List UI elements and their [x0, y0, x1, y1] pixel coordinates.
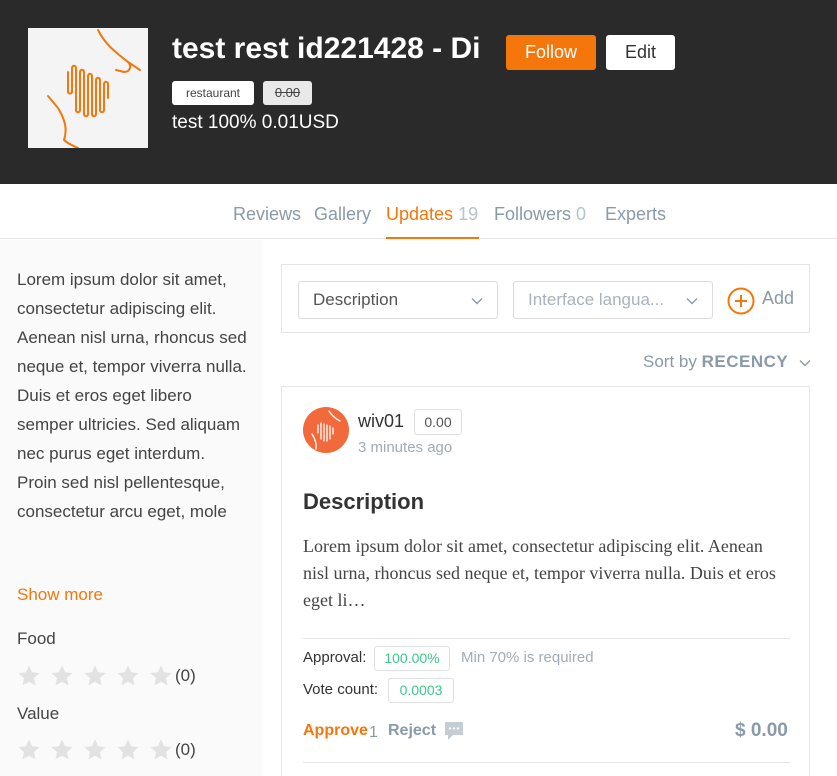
- sidebar: Lorem ipsum dolor sit amet, consectetur …: [0, 240, 262, 776]
- tab-experts[interactable]: Experts: [605, 204, 666, 225]
- approval-value: 100.00%: [374, 646, 450, 671]
- sort-dropdown[interactable]: Sort by RECENCY: [643, 352, 811, 372]
- tab-followers-count: 0: [576, 204, 587, 224]
- field-select-value: Description: [313, 290, 399, 309]
- author-rating-badge: 0.00: [414, 409, 462, 435]
- active-tab-indicator: [386, 237, 479, 239]
- rating-count-value: (0): [175, 740, 196, 759]
- tab-followers[interactable]: Followers 0: [494, 204, 586, 225]
- sort-label: Sort by: [643, 352, 697, 371]
- hands-logo-icon: [47, 29, 141, 148]
- chevron-down-icon: [471, 295, 483, 307]
- author-name[interactable]: wiv01: [358, 411, 404, 432]
- vote-count-value: 0.0003: [388, 678, 454, 703]
- update-timestamp: 3 minutes ago: [358, 439, 453, 456]
- update-reward-amount: $ 0.00: [735, 720, 788, 741]
- tab-reviews[interactable]: Reviews: [233, 204, 301, 225]
- update-card: wiv01 0.00 3 minutes ago Description Lor…: [281, 386, 810, 776]
- chevron-down-icon: [799, 357, 811, 369]
- rating-stars-food[interactable]: (0): [17, 664, 237, 690]
- object-type-tag[interactable]: restaurant: [172, 81, 254, 105]
- show-more-link[interactable]: Show more: [17, 585, 103, 605]
- page-title: test rest id221428 - Di: [172, 32, 481, 65]
- chevron-down-icon: [686, 295, 698, 307]
- avatar[interactable]: [303, 407, 349, 453]
- approve-count: 1: [369, 724, 378, 741]
- star-icon[interactable]: [17, 664, 41, 688]
- comment-icon[interactable]: [443, 720, 465, 742]
- sort-value: RECENCY: [701, 352, 789, 371]
- reject-button[interactable]: Reject: [388, 722, 436, 740]
- tab-bar: Reviews Gallery Updates 19 Followers 0 E…: [0, 184, 837, 239]
- rating-label-food: Food: [17, 629, 56, 648]
- tab-updates-label: Updates: [386, 204, 454, 224]
- update-title: Description: [303, 489, 425, 514]
- interface-language-select[interactable]: Interface langua...: [513, 281, 713, 319]
- star-icon[interactable]: [17, 738, 41, 762]
- approve-button[interactable]: Approve: [303, 722, 368, 740]
- divider: [303, 638, 790, 639]
- tab-gallery[interactable]: Gallery: [314, 204, 371, 225]
- rating-stars-value[interactable]: (0): [17, 738, 237, 764]
- star-icon[interactable]: [50, 664, 74, 688]
- star-icon[interactable]: [83, 738, 107, 762]
- hands-avatar-icon: [311, 410, 341, 450]
- follow-button[interactable]: Follow: [506, 35, 596, 70]
- object-logo: [28, 28, 148, 148]
- tab-updates-count: 19: [458, 204, 479, 224]
- update-filter-bar: Description Interface langua... Add: [281, 264, 810, 333]
- star-icon[interactable]: [116, 738, 140, 762]
- rating-count-food: (0): [175, 666, 196, 685]
- plus-circle-icon: [727, 287, 755, 315]
- field-select[interactable]: Description: [298, 281, 498, 319]
- add-update-label: Add: [762, 288, 795, 308]
- object-description: Lorem ipsum dolor sit amet, consectetur …: [17, 270, 247, 521]
- vote-count-label: Vote count:: [303, 681, 379, 698]
- object-rating-badge: 0.00: [263, 81, 312, 105]
- star-icon[interactable]: [83, 664, 107, 688]
- star-icon[interactable]: [116, 664, 140, 688]
- update-body: Lorem ipsum dolor sit amet, consectetur …: [303, 536, 776, 610]
- divider: [303, 762, 790, 763]
- star-icon[interactable]: [149, 738, 173, 762]
- object-subtitle: test 100% 0.01USD: [172, 112, 339, 133]
- approval-label: Approval:: [303, 649, 367, 666]
- approval-min-note: Min 70% is required: [461, 649, 594, 666]
- tab-updates[interactable]: Updates 19: [386, 204, 478, 225]
- star-icon[interactable]: [149, 664, 173, 688]
- star-icon[interactable]: [50, 738, 74, 762]
- interface-language-placeholder: Interface langua...: [528, 290, 665, 309]
- tab-followers-label: Followers: [494, 204, 572, 224]
- edit-button[interactable]: Edit: [606, 35, 675, 70]
- rating-label-value: Value: [17, 704, 60, 723]
- object-header: test rest id221428 - Di Follow Edit rest…: [0, 0, 837, 184]
